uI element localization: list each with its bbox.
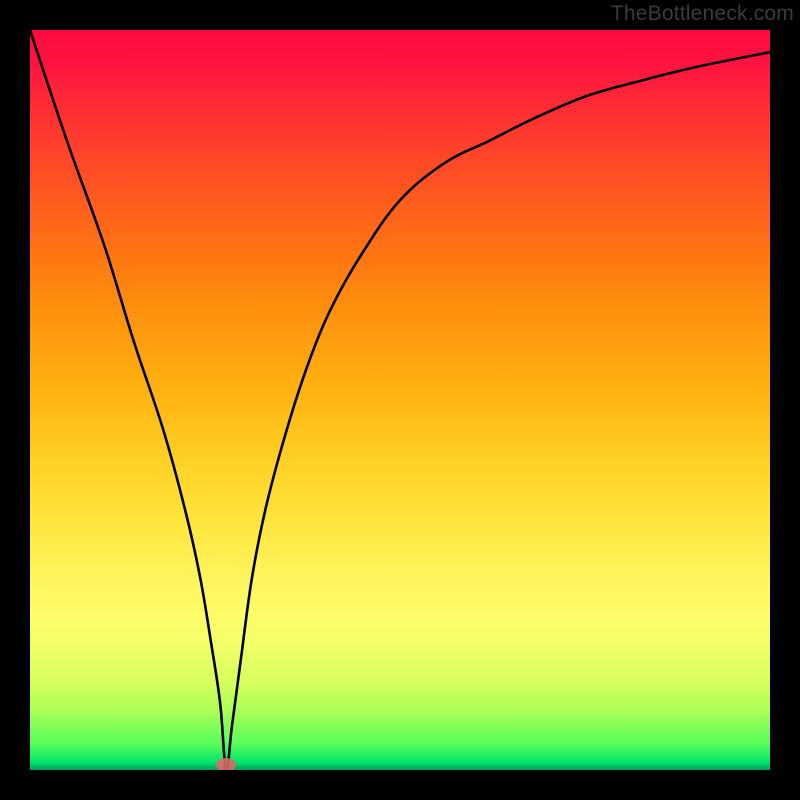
watermark-text: TheBottleneck.com bbox=[611, 2, 794, 26]
plot-area bbox=[30, 30, 770, 770]
curve-layer bbox=[30, 30, 770, 770]
bottleneck-curve bbox=[30, 30, 770, 770]
minimum-marker bbox=[216, 758, 236, 770]
chart-frame: TheBottleneck.com bbox=[0, 0, 800, 800]
